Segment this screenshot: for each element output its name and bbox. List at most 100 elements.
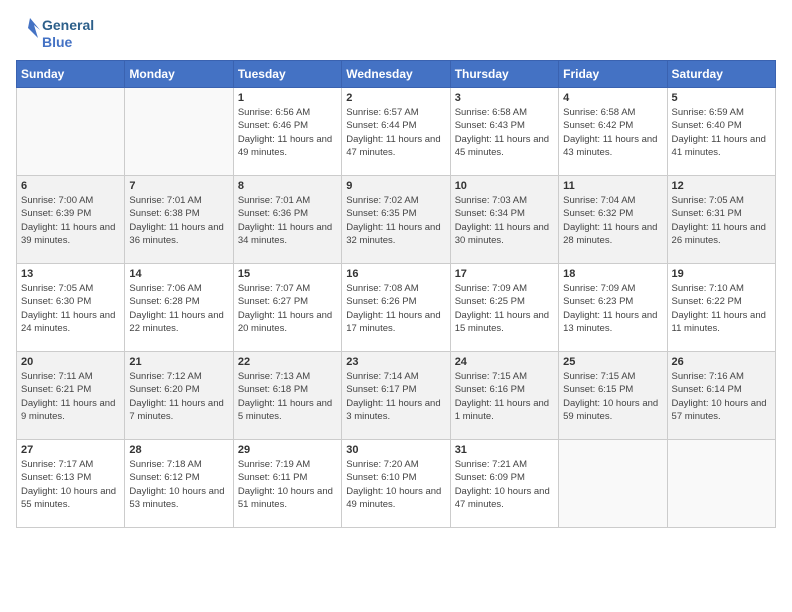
day-number: 26	[672, 356, 771, 368]
calendar-cell: 10Sunrise: 7:03 AM Sunset: 6:34 PM Dayli…	[450, 176, 558, 264]
day-of-week-header: Thursday	[450, 61, 558, 88]
day-info: Sunrise: 7:01 AM Sunset: 6:36 PM Dayligh…	[238, 194, 337, 247]
calendar-cell: 30 Sunrise: 7:20 AM Sunset: 6:10 PM Dayli…	[342, 440, 450, 528]
day-info: Sunrise: 7:07 AM Sunset: 6:27 PM Dayligh…	[238, 282, 337, 335]
calendar-cell: 17 Sunrise: 7:09 AM Sunset: 6:25 PM Dayli…	[450, 264, 558, 352]
day-number: 24	[455, 356, 554, 368]
day-info: Sunrise: 7:21 AM Sunset: 6:09 PM Dayligh…	[455, 458, 554, 511]
calendar-cell: 3Sunrise: 6:58 AM Sunset: 6:43 PM Daylig…	[450, 88, 558, 176]
day-info: Sunrise: 7:06 AM Sunset: 6:28 PM Dayligh…	[129, 282, 228, 335]
calendar-cell: 6 Sunrise: 7:00 AM Sunset: 6:39 PM Daylig…	[17, 176, 125, 264]
calendar-cell: 12 Sunrise: 7:05 AM Sunset: 6:31 PM Dayli…	[667, 176, 775, 264]
calendar-cell: 25 Sunrise: 7:15 AM Sunset: 6:15 PM Dayli…	[559, 352, 667, 440]
calendar-cell: 14 Sunrise: 7:06 AM Sunset: 6:28 PM Dayli…	[125, 264, 233, 352]
day-info: Sunrise: 7:18 AM Sunset: 6:12 PM Dayligh…	[129, 458, 228, 511]
calendar-cell: 15 Sunrise: 7:07 AM Sunset: 6:27 PM Dayli…	[233, 264, 341, 352]
day-info: Sunrise: 7:10 AM Sunset: 6:22 PM Dayligh…	[672, 282, 771, 335]
calendar-week-row: 27 Sunrise: 7:17 AM Sunset: 6:13 PM Dayli…	[17, 440, 776, 528]
calendar-cell: 11 Sunrise: 7:04 AM Sunset: 6:32 PM Dayli…	[559, 176, 667, 264]
day-info: Sunrise: 7:09 AM Sunset: 6:25 PM Dayligh…	[455, 282, 554, 335]
calendar-cell: 26 Sunrise: 7:16 AM Sunset: 6:14 PM Dayli…	[667, 352, 775, 440]
day-number: 16	[346, 268, 445, 280]
calendar-cell	[125, 88, 233, 176]
day-info: Sunrise: 7:05 AM Sunset: 6:30 PM Dayligh…	[21, 282, 120, 335]
day-info: Sunrise: 7:12 AM Sunset: 6:20 PM Dayligh…	[129, 370, 228, 423]
calendar-header-row: SundayMondayTuesdayWednesdayThursdayFrid…	[17, 61, 776, 88]
day-of-week-header: Friday	[559, 61, 667, 88]
calendar-cell: 9Sunrise: 7:02 AM Sunset: 6:35 PM Daylig…	[342, 176, 450, 264]
day-number: 17	[455, 268, 554, 280]
calendar-week-row: 13Sunrise: 7:05 AM Sunset: 6:30 PM Dayli…	[17, 264, 776, 352]
calendar-cell: 21 Sunrise: 7:12 AM Sunset: 6:20 PM Dayli…	[125, 352, 233, 440]
day-number: 27	[21, 444, 120, 456]
day-number: 29	[238, 444, 337, 456]
logo-container: General Blue	[16, 16, 94, 52]
day-info: Sunrise: 6:58 AM Sunset: 6:42 PM Dayligh…	[563, 106, 662, 159]
day-info: Sunrise: 7:20 AM Sunset: 6:10 PM Dayligh…	[346, 458, 445, 511]
calendar-cell: 20 Sunrise: 7:11 AM Sunset: 6:21 PM Dayli…	[17, 352, 125, 440]
day-number: 1	[238, 92, 337, 104]
day-number: 2	[346, 92, 445, 104]
day-number: 14	[129, 268, 228, 280]
day-number: 18	[563, 268, 662, 280]
logo-text: General Blue	[42, 17, 94, 51]
calendar-week-row: 6 Sunrise: 7:00 AM Sunset: 6:39 PM Daylig…	[17, 176, 776, 264]
day-number: 6	[21, 180, 120, 192]
calendar-cell: 22 Sunrise: 7:13 AM Sunset: 6:18 PM Dayli…	[233, 352, 341, 440]
calendar-cell	[559, 440, 667, 528]
day-number: 11	[563, 180, 662, 192]
day-info: Sunrise: 6:59 AM Sunset: 6:40 PM Dayligh…	[672, 106, 771, 159]
calendar-cell	[667, 440, 775, 528]
day-number: 12	[672, 180, 771, 192]
day-info: Sunrise: 7:01 AM Sunset: 6:38 PM Dayligh…	[129, 194, 228, 247]
day-info: Sunrise: 7:08 AM Sunset: 6:26 PM Dayligh…	[346, 282, 445, 335]
day-number: 7	[129, 180, 228, 192]
day-info: Sunrise: 7:05 AM Sunset: 6:31 PM Dayligh…	[672, 194, 771, 247]
day-number: 19	[672, 268, 771, 280]
calendar-cell: 13Sunrise: 7:05 AM Sunset: 6:30 PM Dayli…	[17, 264, 125, 352]
day-info: Sunrise: 7:14 AM Sunset: 6:17 PM Dayligh…	[346, 370, 445, 423]
day-info: Sunrise: 7:15 AM Sunset: 6:15 PM Dayligh…	[563, 370, 662, 423]
day-number: 15	[238, 268, 337, 280]
calendar-cell: 23 Sunrise: 7:14 AM Sunset: 6:17 PM Dayli…	[342, 352, 450, 440]
calendar-cell: 2 Sunrise: 6:57 AM Sunset: 6:44 PM Daylig…	[342, 88, 450, 176]
calendar-table: SundayMondayTuesdayWednesdayThursdayFrid…	[16, 60, 776, 528]
day-number: 21	[129, 356, 228, 368]
day-number: 20	[21, 356, 120, 368]
calendar-cell: 1 Sunrise: 6:56 AM Sunset: 6:46 PM Daylig…	[233, 88, 341, 176]
day-info: Sunrise: 6:57 AM Sunset: 6:44 PM Dayligh…	[346, 106, 445, 159]
day-info: Sunrise: 7:17 AM Sunset: 6:13 PM Dayligh…	[21, 458, 120, 511]
day-of-week-header: Monday	[125, 61, 233, 88]
day-number: 23	[346, 356, 445, 368]
logo: General Blue	[16, 16, 94, 52]
day-info: Sunrise: 7:11 AM Sunset: 6:21 PM Dayligh…	[21, 370, 120, 423]
calendar-cell: 18 Sunrise: 7:09 AM Sunset: 6:23 PM Dayli…	[559, 264, 667, 352]
day-number: 30	[346, 444, 445, 456]
day-number: 8	[238, 180, 337, 192]
calendar-cell: 7 Sunrise: 7:01 AM Sunset: 6:38 PM Daylig…	[125, 176, 233, 264]
day-number: 25	[563, 356, 662, 368]
day-of-week-header: Tuesday	[233, 61, 341, 88]
day-info: Sunrise: 7:03 AM Sunset: 6:34 PM Dayligh…	[455, 194, 554, 247]
day-info: Sunrise: 6:58 AM Sunset: 6:43 PM Dayligh…	[455, 106, 554, 159]
calendar-cell: 24 Sunrise: 7:15 AM Sunset: 6:16 PM Dayli…	[450, 352, 558, 440]
day-info: Sunrise: 7:09 AM Sunset: 6:23 PM Dayligh…	[563, 282, 662, 335]
calendar-cell: 19 Sunrise: 7:10 AM Sunset: 6:22 PM Dayli…	[667, 264, 775, 352]
day-info: Sunrise: 7:19 AM Sunset: 6:11 PM Dayligh…	[238, 458, 337, 511]
calendar-cell: 27 Sunrise: 7:17 AM Sunset: 6:13 PM Dayli…	[17, 440, 125, 528]
day-info: Sunrise: 7:04 AM Sunset: 6:32 PM Dayligh…	[563, 194, 662, 247]
logo-graphic	[16, 16, 40, 52]
day-number: 5	[672, 92, 771, 104]
day-info: Sunrise: 7:00 AM Sunset: 6:39 PM Dayligh…	[21, 194, 120, 247]
day-info: Sunrise: 7:16 AM Sunset: 6:14 PM Dayligh…	[672, 370, 771, 423]
day-info: Sunrise: 6:56 AM Sunset: 6:46 PM Dayligh…	[238, 106, 337, 159]
day-info: Sunrise: 7:15 AM Sunset: 6:16 PM Dayligh…	[455, 370, 554, 423]
page-header: General Blue	[16, 16, 776, 52]
calendar-week-row: 20 Sunrise: 7:11 AM Sunset: 6:21 PM Dayli…	[17, 352, 776, 440]
day-number: 22	[238, 356, 337, 368]
day-of-week-header: Sunday	[17, 61, 125, 88]
day-number: 28	[129, 444, 228, 456]
day-info: Sunrise: 7:02 AM Sunset: 6:35 PM Dayligh…	[346, 194, 445, 247]
calendar-cell: 4Sunrise: 6:58 AM Sunset: 6:42 PM Daylig…	[559, 88, 667, 176]
day-info: Sunrise: 7:13 AM Sunset: 6:18 PM Dayligh…	[238, 370, 337, 423]
